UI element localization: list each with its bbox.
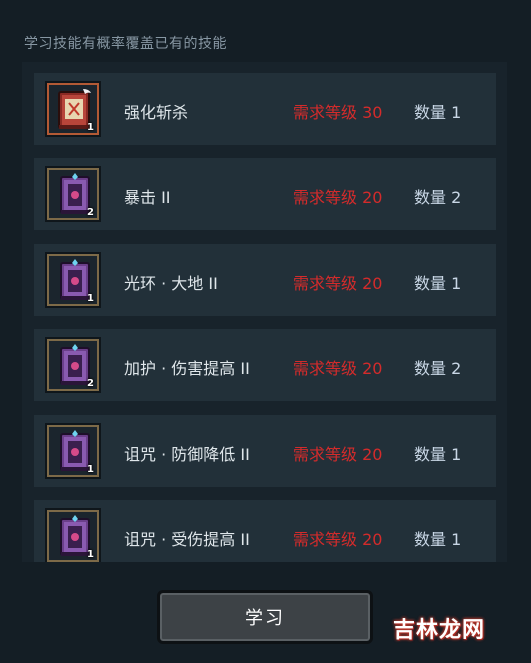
- skill-row-2[interactable]: 2 暴击 II 需求等级 20 数量 2: [34, 158, 496, 230]
- skill-book-icon: 1: [45, 508, 101, 562]
- level-requirement: 需求等级 30: [293, 103, 383, 122]
- hint-text: 学习技能有概率覆盖已有的技能: [24, 36, 227, 52]
- skill-book-icon: 1: [45, 252, 101, 308]
- quantity-badge: 2: [87, 207, 94, 218]
- quantity-badge: 2: [87, 378, 94, 389]
- level-requirement: 需求等级 20: [293, 530, 383, 549]
- skill-count: 数量 1: [414, 530, 462, 549]
- quantity-badge: 1: [87, 122, 94, 133]
- red-skill-book-icon: 1: [45, 81, 101, 137]
- skill-name: 诅咒 · 受伤提高 II: [124, 530, 250, 549]
- skill-name: 加护 · 伤害提高 II: [124, 359, 250, 378]
- level-requirement: 需求等级 20: [293, 188, 383, 207]
- watermark: 吉林龙网: [393, 618, 486, 643]
- skill-row-1[interactable]: 1 强化斩杀 需求等级 30 数量 1: [34, 73, 496, 145]
- skill-count: 数量 1: [414, 274, 462, 293]
- skill-count: 数量 1: [414, 445, 462, 464]
- skill-count: 数量 1: [414, 103, 462, 122]
- skill-book-icon: 2: [45, 337, 101, 393]
- skill-count: 数量 2: [414, 188, 462, 207]
- skill-row-5[interactable]: 1 诅咒 · 防御降低 II 需求等级 20 数量 1: [34, 415, 496, 487]
- skill-name: 暴击 II: [124, 188, 171, 207]
- level-requirement: 需求等级 20: [293, 445, 383, 464]
- skill-name: 诅咒 · 防御降低 II: [124, 445, 250, 464]
- skill-row-4[interactable]: 2 加护 · 伤害提高 II 需求等级 20 数量 2: [34, 329, 496, 401]
- quantity-badge: 1: [87, 293, 94, 304]
- learn-button[interactable]: 学习: [157, 590, 373, 644]
- skill-row-6[interactable]: 1 诅咒 · 受伤提高 II 需求等级 20 数量 1: [34, 500, 496, 562]
- skill-book-icon: 1: [45, 423, 101, 479]
- level-requirement: 需求等级 20: [293, 359, 383, 378]
- skill-book-icon: 2: [45, 166, 101, 222]
- quantity-badge: 1: [87, 549, 94, 560]
- skill-list-panel[interactable]: 1 强化斩杀 需求等级 30 数量 1 2 暴击 II 需求等级 20 数量 2: [22, 62, 507, 562]
- skill-row-3[interactable]: 1 光环 · 大地 II 需求等级 20 数量 1: [34, 244, 496, 316]
- quantity-badge: 1: [87, 464, 94, 475]
- skill-name: 强化斩杀: [124, 103, 189, 122]
- level-requirement: 需求等级 20: [293, 274, 383, 293]
- skill-count: 数量 2: [414, 359, 462, 378]
- skill-name: 光环 · 大地 II: [124, 274, 218, 293]
